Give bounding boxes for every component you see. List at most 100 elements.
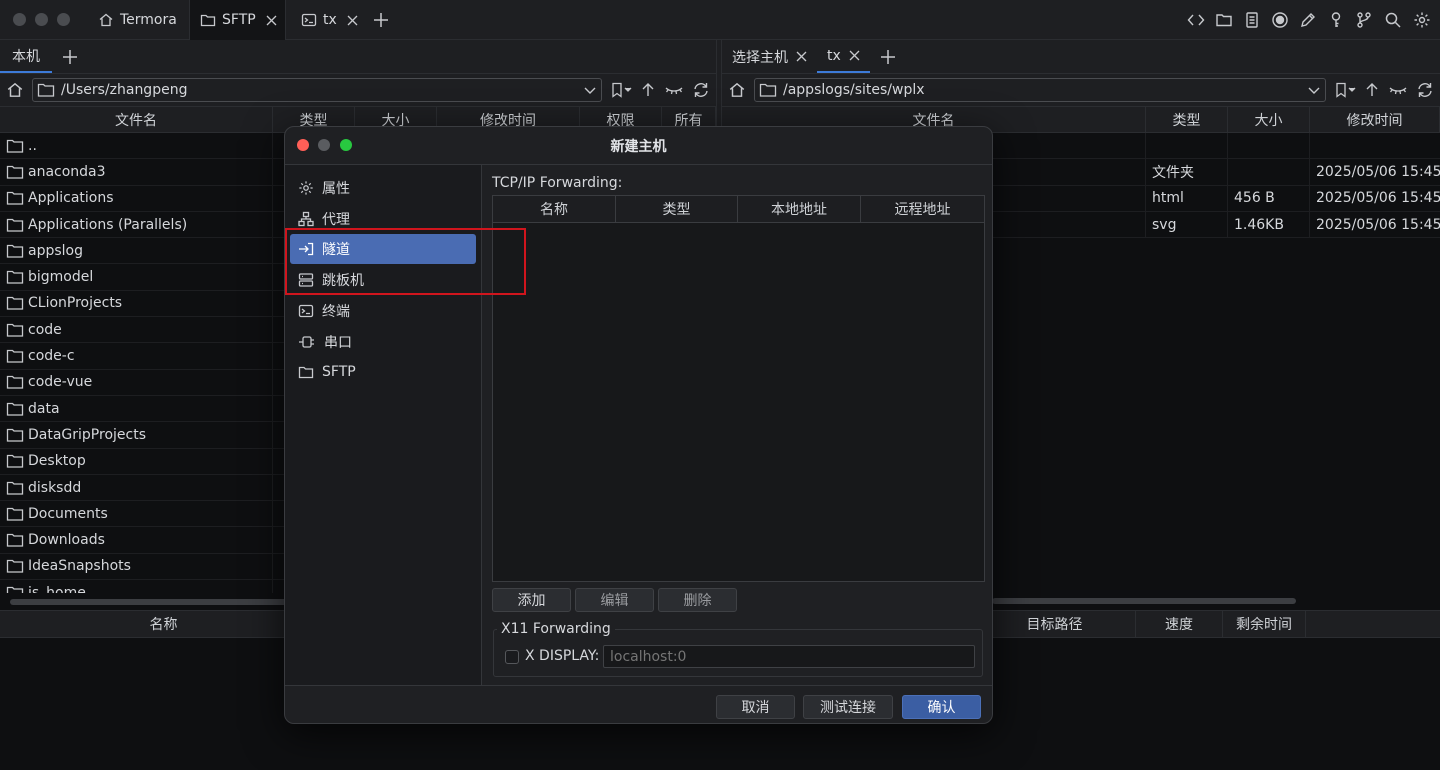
delete-button[interactable]: 删除	[658, 588, 737, 612]
eye-closed-icon[interactable]	[1388, 82, 1408, 98]
nav-item-terminal[interactable]: 终端	[290, 296, 476, 326]
nav-item-label: 隧道	[322, 242, 350, 259]
file-name: Downloads	[28, 532, 105, 549]
folder-icon	[6, 532, 24, 548]
column-header[interactable]: 本地地址	[738, 196, 861, 222]
forwarding-table[interactable]: 名称 类型 本地地址 远程地址	[492, 195, 985, 582]
new-tab-button[interactable]	[870, 40, 906, 73]
file-modified: 2025/05/06 15:45	[1316, 190, 1440, 207]
server-icon	[298, 272, 314, 288]
x-display-checkbox[interactable]	[505, 650, 519, 664]
column-header[interactable]: 修改时间	[1310, 107, 1440, 132]
tab-tx[interactable]: tx	[817, 40, 870, 73]
gear-icon[interactable]	[1413, 11, 1431, 29]
folder-icon	[37, 82, 55, 98]
terminal-icon	[301, 12, 317, 28]
folder-icon	[6, 138, 24, 154]
arrow-up-icon[interactable]	[1364, 82, 1380, 98]
file-name: code-vue	[28, 374, 93, 391]
folder-icon	[6, 217, 24, 233]
column-header[interactable]: 速度	[1136, 611, 1223, 637]
bookmark-icon[interactable]	[1334, 82, 1356, 98]
folder-icon	[759, 82, 777, 98]
column-header[interactable]: 剩余时间	[1223, 611, 1306, 637]
add-button[interactable]: 添加	[492, 588, 571, 612]
scrollbar-thumb[interactable]	[10, 599, 300, 605]
window-zoom-button[interactable]	[57, 13, 70, 26]
window-minimize-button[interactable]	[35, 13, 48, 26]
key-icon[interactable]	[1327, 11, 1345, 29]
column-header[interactable]: 名称	[0, 611, 328, 637]
search-icon[interactable]	[1384, 11, 1402, 29]
folder-icon[interactable]	[1215, 11, 1233, 29]
title-bar: Termora SFTP tx	[0, 0, 1440, 40]
close-icon[interactable]	[849, 50, 860, 61]
pen-icon[interactable]	[1299, 11, 1317, 29]
nav-item-server[interactable]: 跳板机	[290, 265, 476, 295]
folder-icon	[6, 506, 24, 522]
chevron-down-icon[interactable]	[583, 83, 597, 97]
nav-item-plug[interactable]: 串口	[290, 327, 476, 357]
tab-local[interactable]: 本机	[0, 40, 52, 73]
forwarding-table-header: 名称 类型 本地地址 远程地址	[493, 196, 984, 223]
close-icon[interactable]	[796, 51, 807, 62]
arrow-up-icon[interactable]	[640, 82, 656, 98]
tab-sftp[interactable]: SFTP	[189, 0, 286, 40]
home-icon	[98, 12, 114, 28]
home-icon[interactable]	[6, 81, 24, 99]
refresh-icon[interactable]	[692, 81, 710, 99]
x-display-input[interactable]	[603, 645, 975, 668]
file-name: js_home	[28, 584, 86, 593]
column-header[interactable]: 远程地址	[861, 196, 984, 222]
file-name: CLionProjects	[28, 295, 123, 312]
nav-item-folder[interactable]: SFTP	[290, 357, 476, 387]
tab-termora[interactable]: Termora	[88, 0, 188, 40]
document-icon[interactable]	[1243, 11, 1261, 29]
tab-label: 选择主机	[732, 49, 788, 66]
folder-icon	[6, 558, 24, 574]
refresh-icon[interactable]	[1416, 81, 1434, 99]
folder-icon	[6, 269, 24, 285]
edit-button[interactable]: 编辑	[575, 588, 654, 612]
tab-select-host[interactable]: 选择主机	[722, 40, 817, 73]
remote-tab-bar: 选择主机 tx	[722, 40, 1440, 74]
nav-item-network[interactable]: 代理	[290, 204, 476, 234]
column-header[interactable]: 名称	[493, 196, 616, 222]
chevron-down-icon[interactable]	[1307, 83, 1321, 97]
record-icon[interactable]	[1271, 11, 1289, 29]
new-tab-button[interactable]	[372, 11, 390, 29]
file-name: disksdd	[28, 479, 82, 496]
column-header[interactable]: 大小	[1228, 107, 1310, 132]
column-header[interactable]: 文件名	[0, 107, 273, 132]
column-header[interactable]: 类型	[616, 196, 738, 222]
new-tab-button[interactable]	[52, 40, 88, 73]
close-icon[interactable]	[347, 15, 358, 26]
cancel-button[interactable]: 取消	[716, 695, 795, 719]
dialog-sidebar: 属性 代理隧道跳板机 终端 串口 SFTP	[285, 165, 482, 685]
nav-item-tunnel[interactable]: 隧道	[290, 234, 476, 265]
tab-tx[interactable]: tx	[291, 0, 363, 40]
file-name: Applications	[28, 190, 114, 207]
path-value: /Users/zhangpeng	[61, 82, 188, 98]
eye-closed-icon[interactable]	[664, 82, 684, 98]
file-modified: 2025/05/06 15:45	[1316, 163, 1440, 180]
bookmark-icon[interactable]	[610, 82, 632, 98]
close-icon[interactable]	[266, 15, 277, 26]
column-header[interactable]: 目标路径	[974, 611, 1136, 637]
forwarding-label: TCP/IP Forwarding:	[492, 175, 623, 191]
local-path-input[interactable]: /Users/zhangpeng	[32, 78, 602, 102]
tab-label: tx	[323, 12, 337, 28]
git-branch-icon[interactable]	[1355, 11, 1373, 29]
code-icon[interactable]	[1187, 11, 1205, 29]
test-connection-button[interactable]: 测试连接	[803, 695, 893, 719]
nav-item-gear[interactable]: 属性	[290, 173, 476, 203]
scrollbar-thumb[interactable]	[992, 598, 1296, 604]
remote-path-bar: /appslogs/sites/wplx	[722, 74, 1440, 106]
folder-icon	[6, 243, 24, 259]
column-header[interactable]: 类型	[1146, 107, 1228, 132]
remote-path-input[interactable]: /appslogs/sites/wplx	[754, 78, 1326, 102]
window-close-button[interactable]	[13, 13, 26, 26]
file-name: code	[28, 321, 62, 338]
home-icon[interactable]	[728, 81, 746, 99]
confirm-button[interactable]: 确认	[902, 695, 981, 719]
